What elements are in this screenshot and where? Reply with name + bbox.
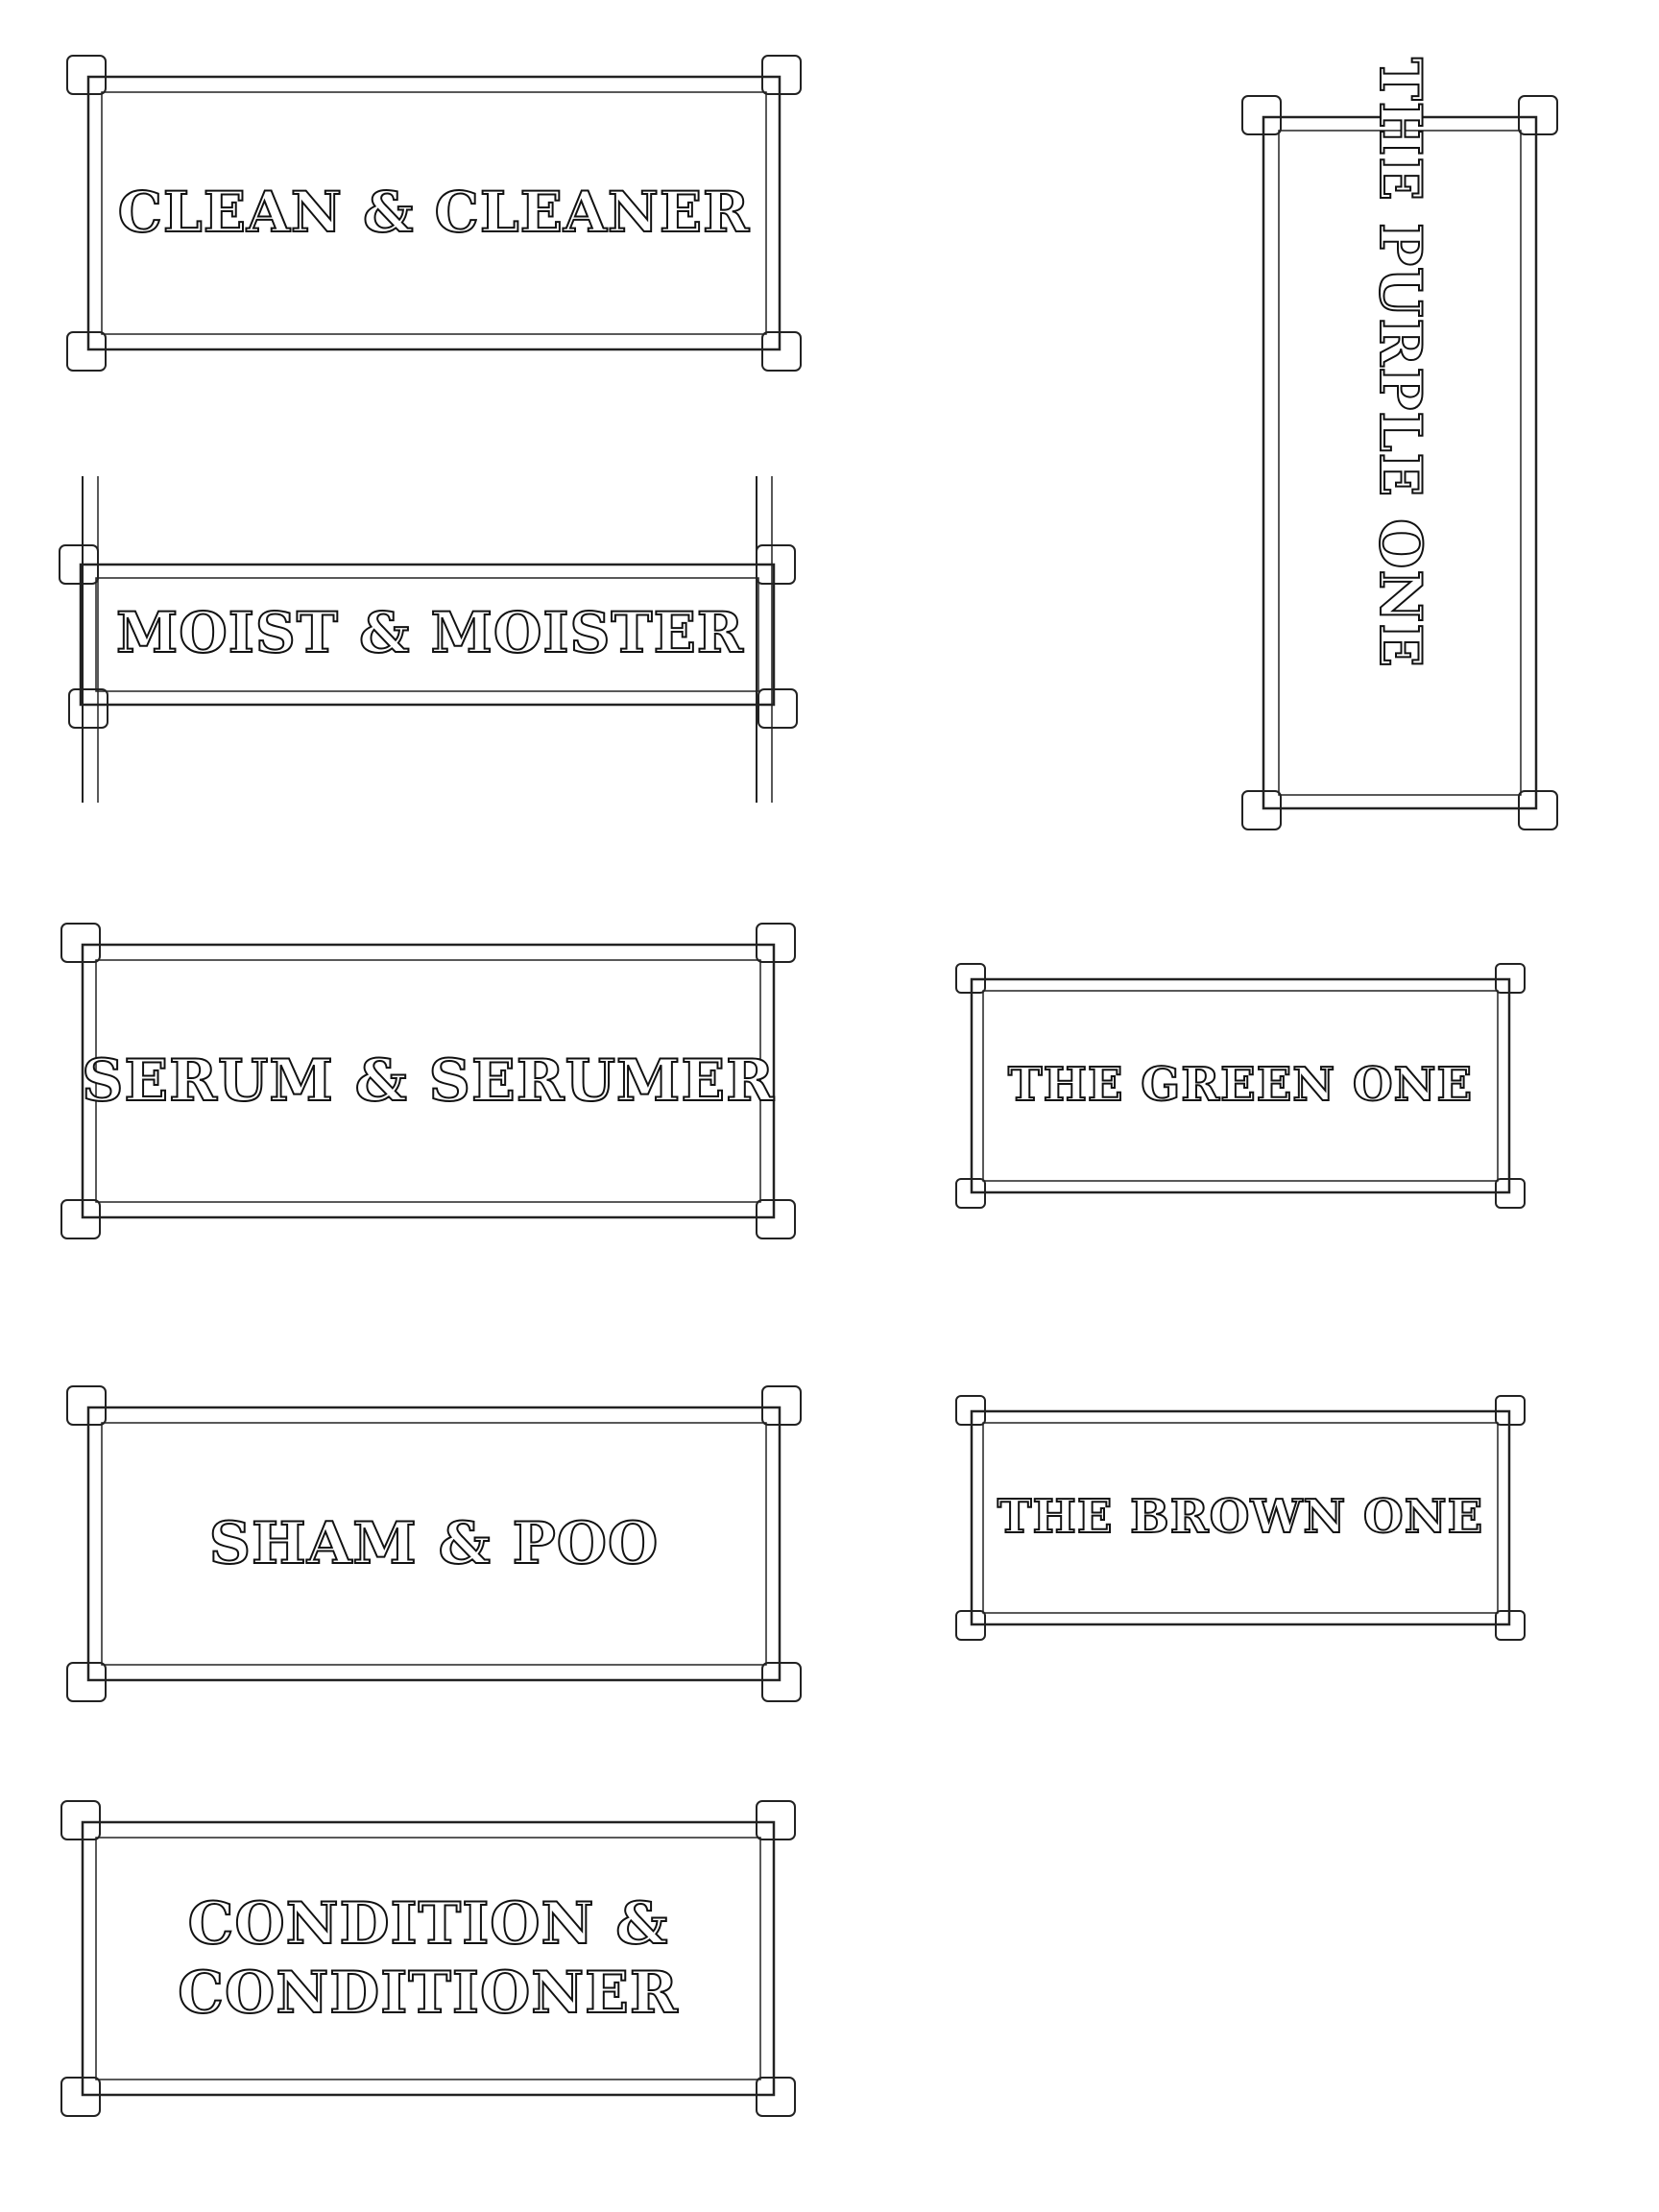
label-text-line-2: CONDITIONER	[177, 1959, 679, 2028]
label-text: THE BROWN ONE	[997, 1489, 1484, 1545]
label-serum-and-serumer: SERUM & SERUMER	[58, 920, 799, 1242]
label-text: SHAM & POO	[208, 1509, 660, 1578]
label-the-green-one: THE GREEN ONE	[952, 960, 1528, 1212]
label-moist-and-moister: MOIST & MOISTER	[56, 476, 805, 803]
label-clean-and-cleaner: CLEAN & CLEANER	[63, 52, 805, 374]
label-the-brown-one: THE BROWN ONE	[952, 1392, 1528, 1644]
label-sham-and-poo: SHAM & POO	[63, 1382, 805, 1705]
label-condition-and-conditioner: CONDITION & CONDITIONER	[58, 1797, 799, 2120]
label-the-purple-one: THE PURPLE ONE	[1238, 57, 1561, 833]
label-text: MOIST & MOISTER	[115, 599, 744, 666]
label-text: SERUM & SERUMER	[81, 1046, 775, 1116]
label-text: CLEAN & CLEANER	[117, 179, 751, 246]
label-text-line-1: CONDITION &	[187, 1889, 669, 1959]
label-text: CONDITION & CONDITIONER	[58, 1797, 799, 2120]
label-text-rotated: THE PURPLE ONE	[1365, 57, 1434, 669]
label-text: THE GREEN ONE	[1007, 1057, 1474, 1113]
label-text: THE PURPLE ONE	[1238, 0, 1561, 733]
